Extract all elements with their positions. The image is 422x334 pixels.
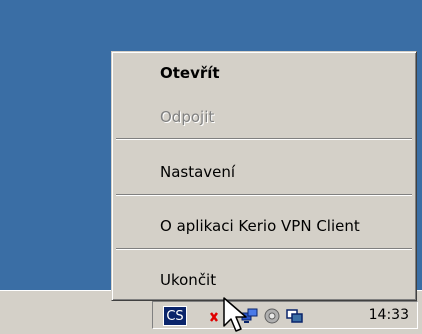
menu-separator [116,138,412,140]
menu-separator [116,194,412,196]
menu-separator [116,248,412,250]
language-indicator[interactable]: CS [163,306,187,326]
menu-item-open[interactable]: Otevřít [115,60,413,86]
menu-item-exit[interactable]: Ukončit [115,267,413,293]
menu-item-settings[interactable]: Nastavení [115,159,413,185]
system-tray: CS 14:33 [152,301,418,329]
context-menu: Otevřít Odpojit Nastavení O aplikaci Ker… [111,51,417,301]
mouse-cursor-icon [223,297,247,332]
volume-icon[interactable] [263,307,281,325]
display-icon[interactable] [286,307,304,325]
clock[interactable]: 14:33 [369,307,409,323]
menu-item-disconnect[interactable]: Odpojit [115,104,413,130]
menu-item-about[interactable]: O aplikaci Kerio VPN Client [115,213,413,239]
